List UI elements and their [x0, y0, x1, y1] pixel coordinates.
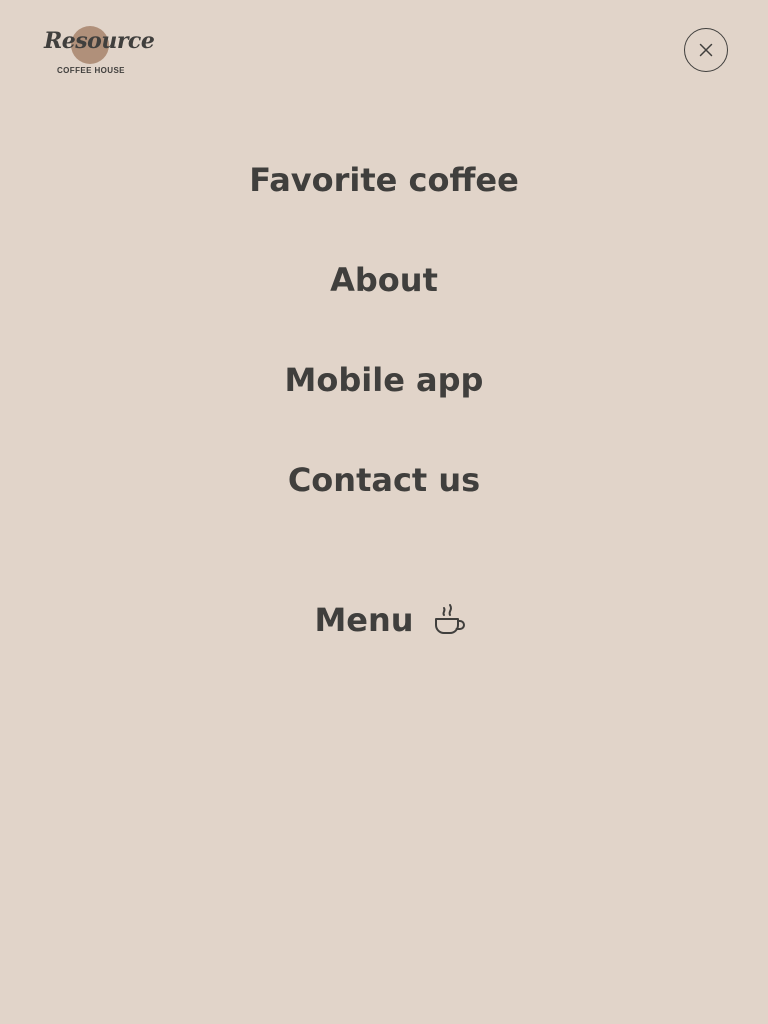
nav-item-label[interactable]: Contact us — [288, 461, 480, 499]
logo-link[interactable]: Resource COFFEE HOUSE — [42, 24, 155, 78]
close-icon — [699, 43, 713, 57]
nav-item-mobile-app[interactable]: Mobile app — [0, 360, 768, 400]
nav-item-label[interactable]: Favorite coffee — [249, 161, 519, 199]
nav-item-label[interactable]: About — [330, 261, 438, 299]
nav-item-favorite-coffee[interactable]: Favorite coffee — [0, 160, 768, 200]
coffee-cup-icon — [434, 604, 465, 634]
nav-item-about[interactable]: About — [0, 260, 768, 300]
nav-item-label[interactable]: Mobile app — [285, 361, 484, 399]
close-menu-button[interactable] — [684, 28, 728, 72]
menu-link[interactable]: Menu — [314, 600, 467, 640]
logo-subtitle: COFFEE HOUSE — [57, 66, 125, 75]
nav-item-contact-us[interactable]: Contact us — [0, 460, 768, 500]
mobile-menu-page: Resource COFFEE HOUSE Favorite coffee Ab… — [0, 0, 768, 1024]
logo-wordmark: Resource — [44, 28, 155, 54]
menu-row: Menu — [0, 600, 768, 640]
menu-label[interactable]: Menu — [314, 600, 413, 640]
